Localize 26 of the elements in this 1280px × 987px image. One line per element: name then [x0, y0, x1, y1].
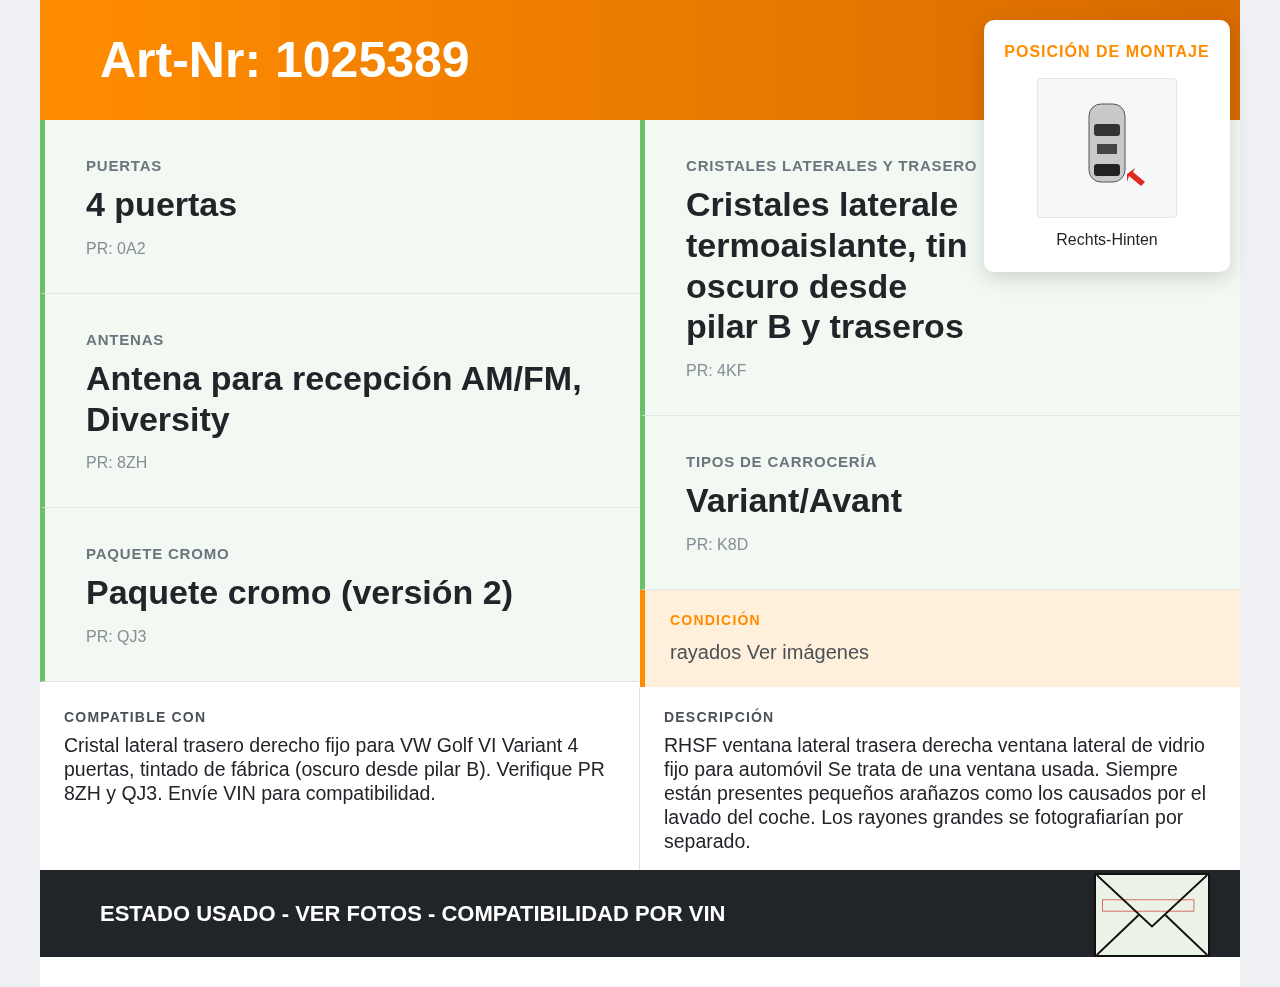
feature-value: Cristales laterale termoaislante, tin oscuro desde pilar B y traseros: [686, 184, 969, 348]
feature-label: PAQUETE CROMO: [86, 544, 230, 565]
pr-code: PR: 8ZH: [86, 453, 149, 474]
pr-code: PR: QJ3: [86, 627, 148, 648]
feature-value: 4 puertas: [86, 184, 239, 225]
description-text: RHSF ventana lateral trasera derecha ventana lateral de vidrio fijo para automóvil Se trata de una ventana usada. Siempre están presentes pequeños arañazos como los causados por el lavado del coche. Los rayones grandes se fotografiarían por separado.: [664, 734, 1207, 854]
mounting-position-caption: Rechts-Hinten: [1055, 230, 1159, 250]
feature-label: PUERTAS: [86, 156, 163, 176]
arrow-icon: [1127, 168, 1145, 186]
footer-text: ESTADO USADO - VER FOTOS - COMPATIBILIDAD POR VIN: [100, 899, 726, 928]
feature-value: Antena para recepción AM/FM, Diversity: [86, 357, 583, 440]
article-number-title: Art-Nr: 1025389: [100, 31, 470, 90]
mounting-position-title: POSICIÓN DE MONTAJE: [1003, 41, 1211, 62]
feature-value: Variant/Avant: [686, 480, 904, 521]
condition-label: CONDICIÓN: [670, 610, 762, 630]
pr-code: PR: 0A2: [86, 238, 147, 259]
feature-label: ANTENAS: [86, 329, 165, 350]
pr-code: PR: K8D: [686, 535, 750, 555]
condition-text: rayados Ver imágenes: [670, 640, 870, 665]
description-label: DESCRIPCIÓN: [664, 707, 776, 727]
feature-value: Paquete cromo (versión 2): [86, 572, 514, 614]
feature-label: TIPOS DE CARROCERÍA: [686, 452, 878, 473]
pr-code: PR: 4KF: [686, 361, 748, 382]
feature-label: CRISTALES LATERALES Y TRASERO: [686, 156, 976, 176]
compatible-text: Cristal lateral trasero derecho fijo para VW Golf VI Variant 4 puertas, tintado de fábrica (oscuro desde pilar B). Verifique PR 8ZH y QJ3. Envíe VIN para compatibilidad.: [64, 734, 606, 806]
compatible-label: COMPATIBLE CON: [64, 708, 208, 727]
